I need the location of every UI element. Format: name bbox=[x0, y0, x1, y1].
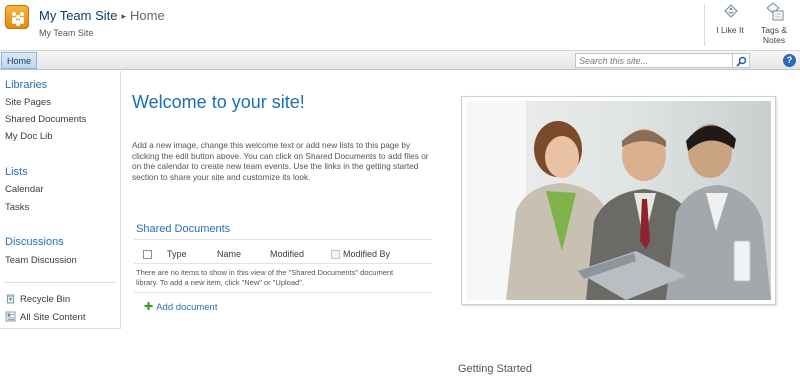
site-subtitle-link[interactable]: My Team Site bbox=[39, 28, 93, 38]
ql-heading-libraries[interactable]: Libraries bbox=[5, 79, 47, 91]
breadcrumb-site-link[interactable]: My Team Site bbox=[39, 8, 118, 23]
search-input[interactable] bbox=[575, 53, 733, 68]
site-image bbox=[461, 96, 776, 305]
ql-item-site-pages[interactable]: Site Pages bbox=[5, 97, 51, 108]
breadcrumb-separator-icon: ▸ bbox=[121, 11, 127, 21]
ql-item-shared-documents[interactable]: Shared Documents bbox=[5, 114, 86, 125]
site-logo-icon[interactable] bbox=[5, 5, 29, 29]
ql-divider bbox=[4, 282, 116, 283]
webpart-footer-rule bbox=[134, 292, 432, 293]
help-icon[interactable]: ? bbox=[783, 54, 796, 67]
thumbs-up-tag-icon bbox=[724, 4, 738, 18]
ql-heading-discussions[interactable]: Discussions bbox=[5, 236, 64, 248]
page-title: Welcome to your site! bbox=[132, 92, 305, 112]
tags-notes-label-line1: Tags & bbox=[761, 25, 787, 35]
tags-notes-label-line2: Notes bbox=[762, 35, 786, 45]
title-row: My Team Site ▸ Home My Team Site I Like It… bbox=[0, 0, 800, 50]
welcome-text: Add a new image, change this welcome tex… bbox=[132, 140, 429, 182]
breadcrumb: My Team Site ▸ Home bbox=[39, 8, 165, 23]
breadcrumb-page-name: Home bbox=[130, 8, 165, 23]
recycle-bin-label: Recycle Bin bbox=[20, 294, 71, 305]
add-document-link[interactable]: ✚ Add document bbox=[144, 300, 217, 313]
ql-item-calendar[interactable]: Calendar bbox=[5, 184, 44, 195]
tags-notes-icon bbox=[766, 2, 784, 21]
ribbon-divider bbox=[704, 4, 705, 46]
top-navigation-bar: Home ? bbox=[0, 50, 800, 70]
ql-item-team-discussion[interactable]: Team Discussion bbox=[5, 255, 77, 266]
webpart-header-rule bbox=[134, 239, 432, 240]
add-plus-icon: ✚ bbox=[144, 301, 154, 313]
all-site-content-link[interactable]: All Site Content bbox=[5, 311, 85, 323]
column-header-name[interactable]: Name bbox=[217, 249, 241, 259]
modified-by-filter-icon bbox=[331, 250, 340, 259]
all-site-content-label: All Site Content bbox=[20, 312, 86, 323]
ql-item-my-doc-lib[interactable]: My Doc Lib bbox=[5, 131, 53, 142]
quick-launch: Libraries Site Pages Shared Documents My… bbox=[0, 71, 121, 329]
getting-started-heading: Getting Started bbox=[458, 363, 532, 375]
column-header-type[interactable]: Type bbox=[167, 249, 187, 259]
team-photo-image bbox=[466, 101, 771, 300]
recycle-bin-icon bbox=[6, 294, 15, 304]
recycle-bin-link[interactable]: Recycle Bin bbox=[5, 293, 70, 305]
search-icon bbox=[736, 56, 747, 67]
select-all-checkbox[interactable] bbox=[143, 250, 152, 259]
tags-and-notes-button[interactable]: Tags & Notes bbox=[752, 2, 796, 48]
tab-home[interactable]: Home bbox=[1, 52, 38, 69]
search-button[interactable] bbox=[733, 53, 750, 68]
empty-list-message: There are no items to show in this view … bbox=[136, 268, 394, 287]
column-header-rule bbox=[134, 263, 432, 264]
add-document-label: Add document bbox=[156, 302, 218, 313]
ql-heading-lists[interactable]: Lists bbox=[5, 166, 28, 178]
column-header-modified[interactable]: Modified bbox=[270, 249, 304, 259]
ql-item-tasks[interactable]: Tasks bbox=[5, 202, 29, 213]
all-site-content-icon bbox=[5, 311, 16, 322]
shared-documents-webpart-title[interactable]: Shared Documents bbox=[136, 223, 230, 235]
i-like-it-button[interactable]: I Like It bbox=[708, 2, 752, 48]
i-like-it-label: I Like It bbox=[716, 25, 744, 35]
column-header-modified-by[interactable]: Modified By bbox=[343, 249, 390, 259]
